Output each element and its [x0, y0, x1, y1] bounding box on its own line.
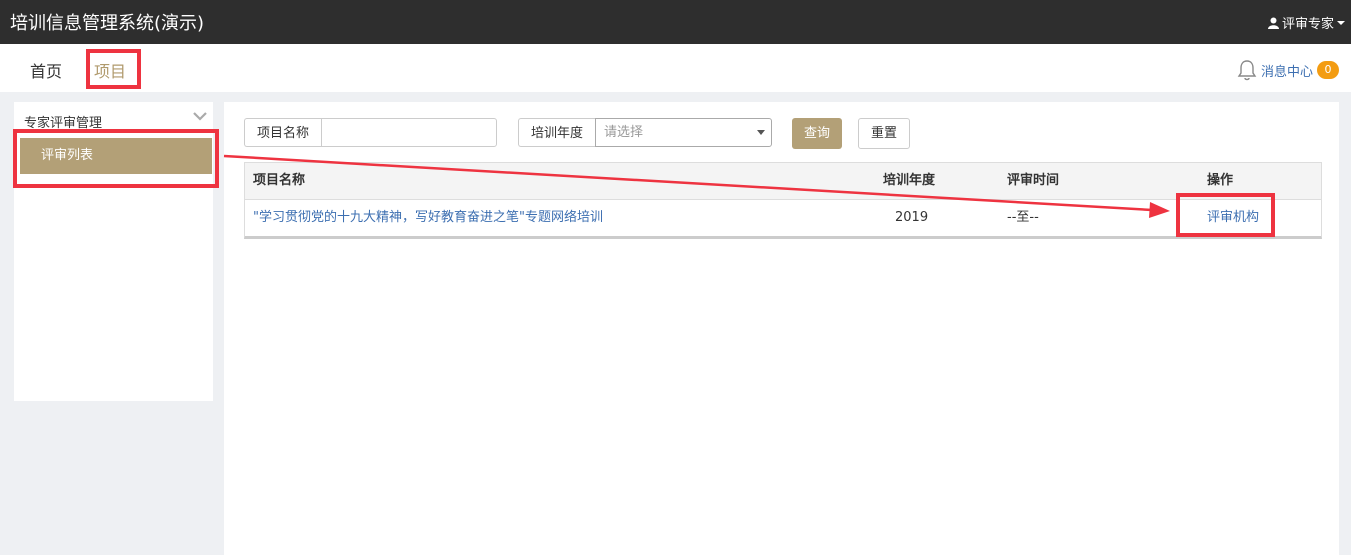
- training-year-label: 培训年度: [518, 118, 596, 147]
- message-center[interactable]: 消息中心 0: [1237, 59, 1339, 81]
- bell-icon: [1237, 60, 1257, 81]
- sidebar: 专家评审管理 评审列表: [14, 102, 213, 401]
- project-name-link[interactable]: "学习贯彻党的十九大精神，写好教育奋进之笔"专题网络培训: [253, 200, 603, 236]
- message-count-badge: 0: [1317, 61, 1339, 79]
- user-menu[interactable]: 评审专家: [1267, 13, 1345, 32]
- reset-button[interactable]: 重置: [858, 118, 911, 149]
- nav-project[interactable]: 项目: [94, 58, 126, 82]
- training-year-placeholder: 请选择: [604, 125, 644, 140]
- review-institution-link[interactable]: 评审机构: [1207, 200, 1259, 236]
- top-bar: 培训信息管理系统(演示) 评审专家: [0, 0, 1351, 44]
- nav-bar: 首页 项目 消息中心 0: [0, 44, 1351, 92]
- column-header-action: 操作: [1207, 173, 1234, 188]
- user-label: 评审专家: [1281, 17, 1334, 32]
- sidebar-item-label: 评审列表: [41, 148, 94, 163]
- column-header-year: 培训年度: [883, 173, 936, 188]
- chevron-down-icon: [193, 112, 207, 121]
- row-year: 2019: [895, 210, 929, 225]
- project-name-label: 项目名称: [244, 118, 322, 147]
- training-year-filter: 培训年度 请选择: [518, 118, 773, 147]
- app-title: 培训信息管理系统(演示): [10, 13, 205, 34]
- caret-down-icon: [1337, 20, 1345, 25]
- project-table: 项目名称 培训年度 评审时间 操作 "学习贯彻党的十九大精神，写好教育奋进之笔"…: [244, 162, 1322, 239]
- training-year-select[interactable]: 请选择: [595, 118, 773, 147]
- main-panel: 项目名称 培训年度 请选择 查询 重置 项目名称 培训年度 评审时间 操作 "学…: [224, 102, 1339, 555]
- column-header-name: 项目名称: [253, 173, 306, 188]
- sidebar-item-review-list[interactable]: 评审列表: [20, 138, 212, 174]
- row-review-time: --至--: [1007, 210, 1039, 225]
- query-button[interactable]: 查询: [792, 118, 843, 149]
- nav-home[interactable]: 首页: [30, 58, 62, 82]
- column-header-time: 评审时间: [1007, 173, 1060, 188]
- project-name-filter: 项目名称: [244, 118, 498, 147]
- sidebar-group-expert-review[interactable]: 专家评审管理: [24, 112, 207, 131]
- message-center-label: 消息中心: [1260, 64, 1313, 80]
- table-row: "学习贯彻党的十九大精神，写好教育奋进之笔"专题网络培训 2019 --至-- …: [245, 200, 1321, 236]
- table-header: 项目名称 培训年度 评审时间 操作: [245, 163, 1321, 200]
- select-caret-icon: [757, 130, 766, 135]
- sidebar-group-label: 专家评审管理: [24, 116, 103, 131]
- project-name-input[interactable]: [321, 118, 498, 147]
- user-icon: [1267, 17, 1279, 29]
